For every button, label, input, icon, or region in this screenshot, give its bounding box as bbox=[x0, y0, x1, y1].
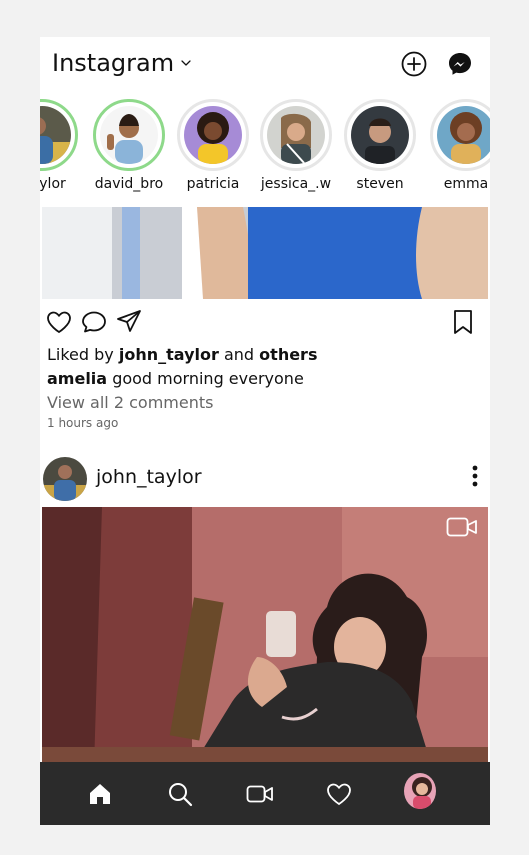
heart-icon bbox=[47, 311, 71, 334]
story-ring bbox=[430, 99, 490, 171]
story-avatar bbox=[184, 106, 242, 164]
messenger-button[interactable] bbox=[446, 50, 474, 82]
profile-avatar bbox=[404, 773, 436, 809]
story-ring bbox=[40, 99, 78, 171]
like-button[interactable] bbox=[46, 310, 72, 338]
story-item[interactable]: jessica_.w bbox=[258, 99, 334, 192]
top-bar: Instagram bbox=[40, 37, 490, 93]
story-item[interactable]: _taylor bbox=[40, 99, 80, 192]
story-ring bbox=[177, 99, 249, 171]
stories-bar: _taylor david_bro bbox=[40, 97, 490, 201]
phone-frame: Instagram ylor david_bro patricia jessic… bbox=[40, 37, 490, 825]
story-ring bbox=[344, 99, 416, 171]
liked-by-user[interactable]: john_taylor bbox=[119, 345, 219, 364]
more-options-icon bbox=[472, 465, 478, 487]
nav-profile[interactable] bbox=[404, 773, 436, 809]
view-comments-link[interactable]: View all 2 comments bbox=[47, 391, 477, 415]
story-item[interactable]: david_bro bbox=[91, 99, 167, 192]
likes-prefix: Liked by bbox=[47, 345, 114, 364]
search-icon bbox=[169, 783, 193, 807]
app-brand[interactable]: Instagram bbox=[52, 49, 192, 77]
new-post-button[interactable] bbox=[400, 50, 428, 82]
story-avatar bbox=[267, 106, 325, 164]
post2-header: john_taylor bbox=[40, 457, 490, 503]
liked-by-others[interactable]: others bbox=[259, 345, 317, 364]
post2-username[interactable]: john_taylor bbox=[96, 466, 202, 488]
caption-username[interactable]: amelia bbox=[47, 369, 107, 388]
post1-meta: Liked by john_taylor and others amelia g… bbox=[47, 343, 477, 431]
story-username: david_bro bbox=[94, 176, 164, 192]
save-button[interactable] bbox=[453, 309, 473, 339]
story-avatar bbox=[437, 106, 490, 164]
nav-reels[interactable] bbox=[244, 778, 276, 810]
likes-line: Liked by john_taylor and others bbox=[47, 343, 477, 367]
story-username: steven bbox=[356, 176, 404, 192]
post2-avatar[interactable] bbox=[43, 457, 87, 501]
video-camera-icon bbox=[446, 517, 477, 537]
home-icon bbox=[90, 784, 110, 804]
chevron-down-icon bbox=[181, 60, 191, 66]
send-icon bbox=[117, 310, 141, 332]
reels-icon bbox=[246, 785, 273, 803]
story-item[interactable]: steven bbox=[342, 99, 418, 192]
post-options-button[interactable] bbox=[472, 465, 478, 491]
story-ring bbox=[93, 99, 165, 171]
caption-text: good morning everyone bbox=[112, 369, 304, 388]
bookmark-icon bbox=[454, 310, 472, 334]
video-badge bbox=[446, 516, 478, 542]
post1-image[interactable] bbox=[42, 207, 488, 299]
story-ring bbox=[260, 99, 332, 171]
post2-video[interactable] bbox=[42, 507, 488, 767]
caption-line: amelia good morning everyone bbox=[47, 367, 477, 391]
nav-activity[interactable] bbox=[323, 778, 355, 810]
story-item[interactable]: emma bbox=[428, 99, 490, 192]
story-username: jessica_.w bbox=[260, 176, 332, 192]
post1-actions bbox=[40, 307, 490, 337]
bottom-nav bbox=[40, 762, 490, 825]
story-avatar bbox=[100, 106, 158, 164]
new-post-icon bbox=[401, 51, 427, 77]
story-username: emma bbox=[443, 176, 489, 192]
comment-button[interactable] bbox=[81, 310, 107, 338]
likes-and: and bbox=[223, 345, 255, 364]
story-avatar bbox=[40, 106, 71, 164]
share-button[interactable] bbox=[116, 309, 142, 337]
post-timestamp: 1 hours ago bbox=[47, 416, 119, 430]
story-username: patricia bbox=[186, 176, 240, 192]
messenger-icon bbox=[449, 53, 471, 75]
story-item[interactable]: patricia bbox=[175, 99, 251, 192]
nav-home[interactable] bbox=[84, 778, 116, 810]
app-title: Instagram bbox=[52, 49, 175, 77]
nav-search[interactable] bbox=[164, 778, 196, 810]
activity-icon bbox=[327, 783, 351, 806]
story-avatar bbox=[351, 106, 409, 164]
comment-icon bbox=[82, 311, 106, 333]
story-username: _taylor bbox=[40, 176, 66, 192]
top-actions bbox=[400, 50, 474, 82]
